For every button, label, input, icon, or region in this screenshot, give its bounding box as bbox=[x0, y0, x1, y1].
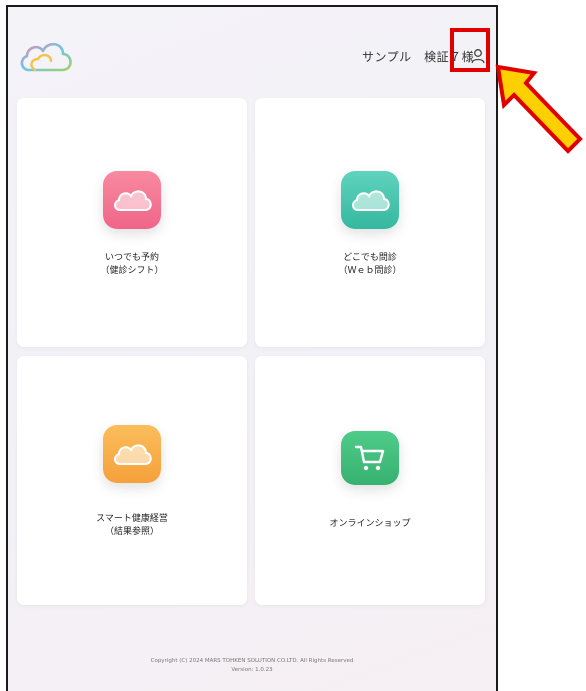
header: サンプル 検証７様 bbox=[8, 7, 496, 97]
shop-tile bbox=[341, 431, 399, 485]
cloud-icon bbox=[352, 190, 390, 211]
reserve-tile bbox=[103, 171, 161, 229]
consult-tile bbox=[341, 171, 399, 229]
smart-label: スマート健康経営 （結果参照） bbox=[96, 514, 168, 537]
consult-label: どこでも問診 （Ｗｅｂ問診） bbox=[338, 253, 402, 276]
menu-card-shop[interactable]: オンラインショップ bbox=[255, 356, 485, 605]
menu-card-consult[interactable]: どこでも問診 （Ｗｅｂ問診） bbox=[255, 98, 485, 347]
pointer-arrow-icon bbox=[495, 64, 583, 154]
cloud-logo-icon bbox=[20, 42, 72, 72]
menu-card-reserve[interactable]: いつでも予約 （健診シフト） bbox=[17, 98, 247, 347]
user-icon bbox=[471, 49, 485, 64]
shop-label: オンラインショップ bbox=[329, 519, 411, 529]
footer-copyright: Copyright (C) 2024 MARS TOHKEN SOLUTION … bbox=[150, 658, 354, 673]
smart-tile bbox=[103, 425, 161, 483]
cloud-icon bbox=[114, 444, 152, 465]
menu-card-smart[interactable]: スマート健康経営 （結果参照） bbox=[17, 356, 247, 605]
app-window: サンプル 検証７様 いつでも予約 （健診シフト） どこでも問診 （Ｗｅｂ問診） … bbox=[6, 5, 498, 691]
cloud-icon bbox=[114, 190, 152, 211]
cart-icon bbox=[354, 445, 385, 471]
reserve-label: いつでも予約 （健診シフト） bbox=[100, 253, 164, 276]
user-name: サンプル 検証７様 bbox=[362, 50, 475, 64]
